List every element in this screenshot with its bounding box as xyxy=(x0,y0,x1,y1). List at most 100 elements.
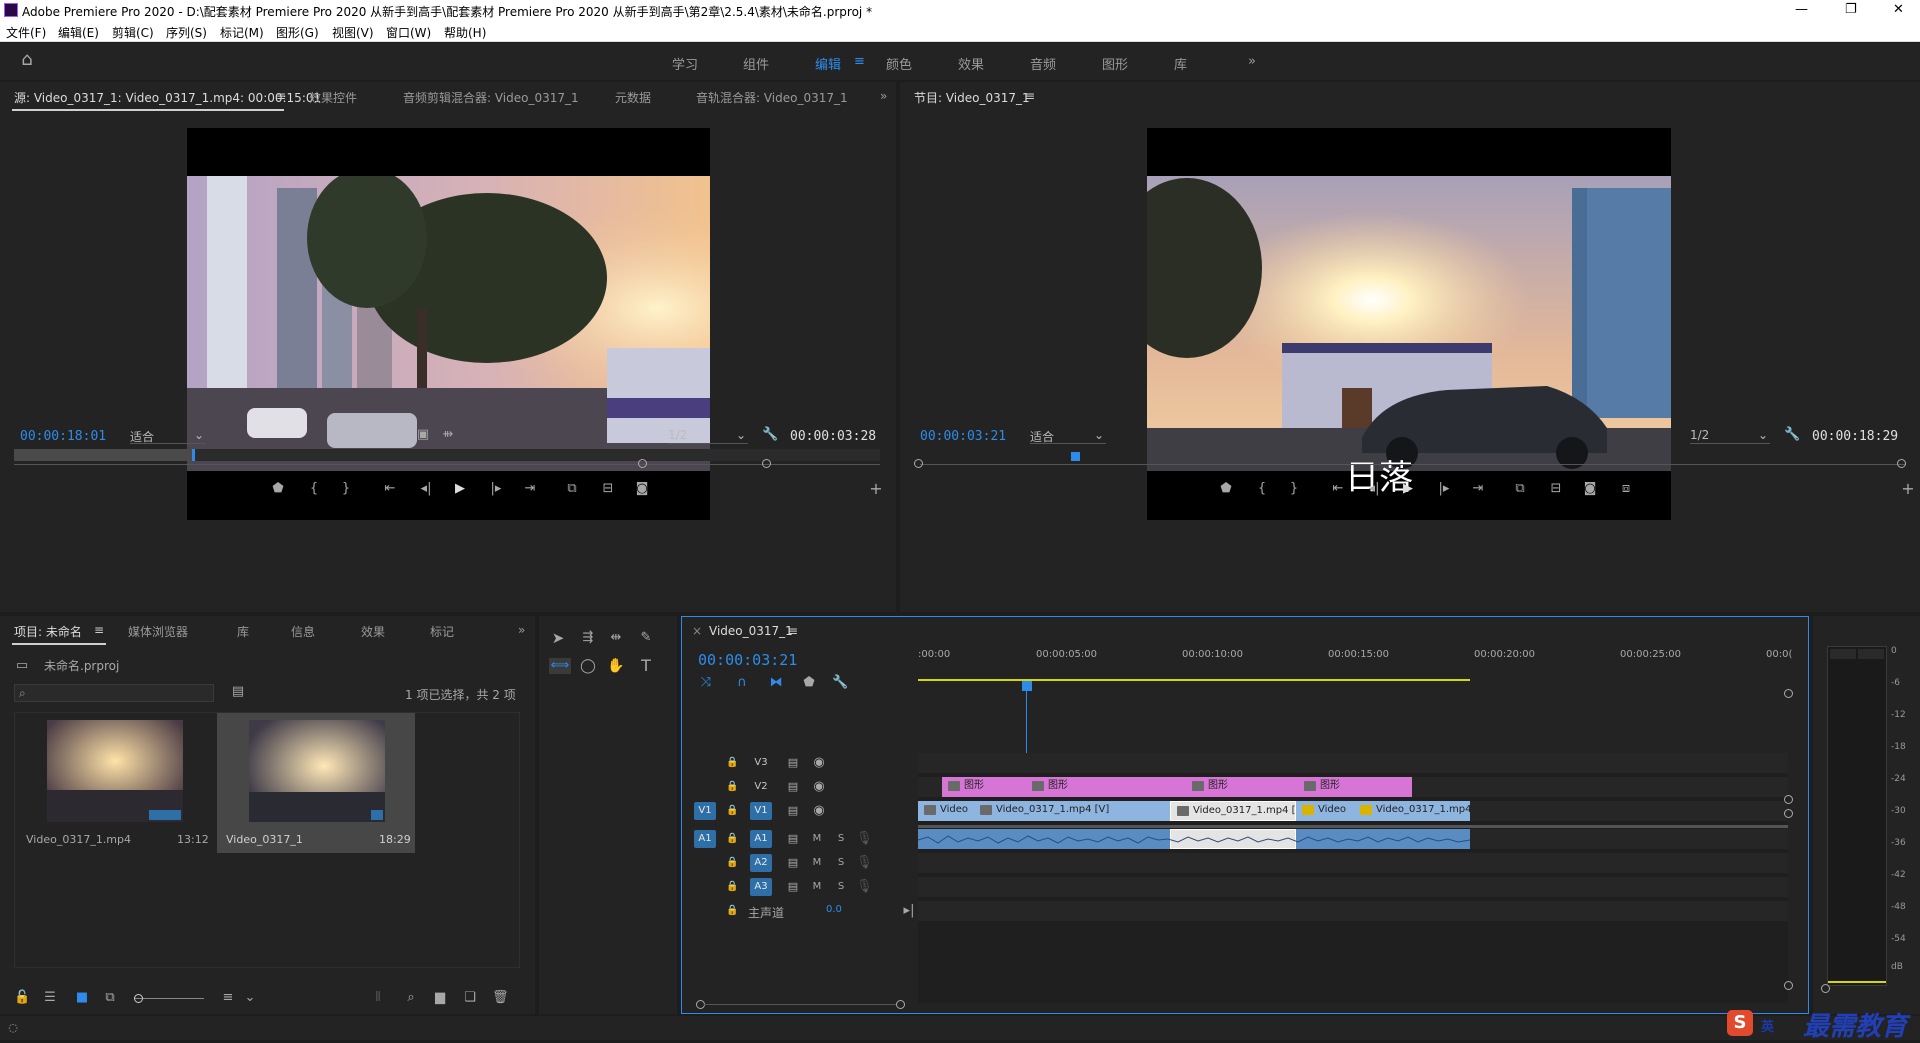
source-zoom-handle-left[interactable] xyxy=(638,459,647,468)
export-frame-icon[interactable]: ◙ xyxy=(1582,481,1598,497)
workspace-assembly[interactable]: 组件 xyxy=(743,54,769,73)
step-forward-icon[interactable]: |▸ xyxy=(1436,481,1452,497)
tab-program-menu-icon[interactable]: ≡ xyxy=(1025,89,1035,103)
button-editor-icon[interactable]: + xyxy=(1900,481,1916,497)
master-volume-value[interactable]: 0.0 xyxy=(826,904,842,915)
lock-icon[interactable]: 🔒 xyxy=(726,903,738,919)
timeline-settings-icon[interactable]: 🔧 xyxy=(832,675,848,691)
mic-icon[interactable]: 🎙 xyxy=(856,831,873,847)
add-marker-icon[interactable]: ⬟ xyxy=(802,675,816,691)
sync-lock-icon[interactable]: ▤ xyxy=(786,831,800,847)
lock-icon[interactable]: 🔒 xyxy=(726,755,738,771)
sync-lock-icon[interactable]: ▤ xyxy=(786,755,800,771)
track-name-v2[interactable]: V2 xyxy=(750,778,772,796)
workspace-libraries[interactable]: 库 xyxy=(1174,54,1187,73)
zoom-handle-right[interactable] xyxy=(896,1000,905,1009)
menu-sequence[interactable]: 序列(S) xyxy=(166,24,207,41)
go-to-end-icon[interactable]: ▸| xyxy=(902,903,916,919)
go-to-in-icon[interactable]: ⇤ xyxy=(1330,481,1346,497)
icon-view-icon[interactable]: ■ xyxy=(74,990,90,1006)
extract-icon[interactable]: ⊟ xyxy=(1546,481,1566,497)
program-current-timecode[interactable]: 00:00:03:21 xyxy=(920,429,1006,444)
lock-icon[interactable]: 🔒 xyxy=(726,831,738,847)
ripple-edit-tool-icon[interactable]: ⇹ xyxy=(607,630,625,646)
insert-icon[interactable]: ⧉ xyxy=(562,481,582,497)
meter-handle[interactable] xyxy=(1821,984,1830,993)
audio-scroll-handle[interactable] xyxy=(1784,981,1793,990)
tab-metadata[interactable]: 元数据 xyxy=(615,89,651,106)
trash-icon[interactable]: 🗑 xyxy=(492,990,509,1006)
mute-button[interactable]: M xyxy=(810,855,824,871)
source-zoom-bar[interactable] xyxy=(14,464,880,465)
audio-scroll-handle[interactable] xyxy=(1784,809,1793,818)
video-clip[interactable]: Video_0317_1.mp4 [ xyxy=(1354,801,1470,821)
workspace-menu-icon[interactable]: ≡ xyxy=(854,54,865,69)
track-name-v3[interactable]: V3 xyxy=(750,754,772,772)
timeline-zoom-bar[interactable] xyxy=(704,1004,896,1005)
program-fit-dropdown[interactable]: 适合 ⌄ xyxy=(1030,428,1106,444)
comparison-view-icon[interactable]: ⧈ xyxy=(1616,481,1636,497)
add-marker-icon[interactable]: ⬟ xyxy=(1218,481,1234,497)
find-icon[interactable]: ⌕ xyxy=(404,990,418,1006)
source-video-frame[interactable] xyxy=(187,128,710,520)
home-icon[interactable]: ⌂ xyxy=(16,51,38,72)
lane-master[interactable] xyxy=(918,901,1788,921)
program-resolution-dropdown[interactable]: 1/2 ⌄ xyxy=(1690,428,1770,444)
menu-help[interactable]: 帮助(H) xyxy=(444,24,486,41)
tab-effects[interactable]: 效果 xyxy=(361,623,385,640)
track-name-a3[interactable]: A3 xyxy=(750,878,772,896)
tab-info[interactable]: 信息 xyxy=(291,623,315,640)
export-frame-icon[interactable]: ◙ xyxy=(634,481,650,497)
graphic-clip[interactable]: 图形 xyxy=(942,777,1026,797)
button-editor-icon[interactable]: + xyxy=(868,481,884,497)
program-zoom-handle-left[interactable] xyxy=(914,459,923,468)
wrench-icon[interactable]: 🔧 xyxy=(762,427,778,443)
source-playhead[interactable] xyxy=(191,449,195,461)
workspace-audio[interactable]: 音频 xyxy=(1030,54,1056,73)
lift-icon[interactable]: ⧉ xyxy=(1510,481,1530,497)
workspace-effects[interactable]: 效果 xyxy=(958,54,984,73)
track-name-a1[interactable]: A1 xyxy=(750,830,772,848)
workspace-graphics[interactable]: 图形 xyxy=(1102,54,1128,73)
tab-libraries[interactable]: 库 xyxy=(237,623,249,640)
video-audio-divider[interactable] xyxy=(918,825,1788,828)
tab-source-menu-icon[interactable]: ≡ xyxy=(276,89,286,103)
video-scroll-handle[interactable] xyxy=(1784,795,1793,804)
thumbnail-size-slider[interactable] xyxy=(134,998,204,999)
menu-clip[interactable]: 剪辑(C) xyxy=(112,24,154,41)
razor-tool-icon[interactable]: ✎ xyxy=(637,630,655,646)
go-to-in-icon[interactable]: ⇤ xyxy=(382,481,398,497)
source-resolution-dropdown[interactable]: 1/2 ⌄ xyxy=(668,428,748,444)
close-icon[interactable]: ✕ xyxy=(1893,2,1904,17)
safe-margins-icon[interactable]: ▣ xyxy=(416,427,430,443)
tab-project[interactable]: 项目: 未命名 xyxy=(14,623,82,640)
menu-file[interactable]: 文件(F) xyxy=(6,24,46,41)
lock-icon[interactable]: 🔒 xyxy=(726,855,738,871)
go-to-out-icon[interactable]: ⇥ xyxy=(1470,481,1486,497)
lock-icon[interactable]: 🔒 xyxy=(726,779,738,795)
mic-icon[interactable]: 🎙 xyxy=(856,855,873,871)
menu-edit[interactable]: 编辑(E) xyxy=(58,24,99,41)
hand-tool-icon[interactable]: ✋ xyxy=(607,658,625,674)
overwrite-icon[interactable]: ⊟ xyxy=(598,481,618,497)
source-fit-dropdown[interactable]: 适合 ⌄ xyxy=(130,428,206,444)
mute-button[interactable]: M xyxy=(810,879,824,895)
sync-lock-icon[interactable]: ▤ xyxy=(786,803,800,819)
close-tab-icon[interactable]: × xyxy=(692,624,702,638)
freeform-view-icon[interactable]: ⧉ xyxy=(100,990,120,1006)
track-name-a2[interactable]: A2 xyxy=(750,854,772,872)
mark-out-icon[interactable]: } xyxy=(1286,481,1302,497)
mark-in-icon[interactable]: { xyxy=(306,481,322,497)
graphic-clip[interactable]: 图形 xyxy=(1298,777,1412,797)
play-icon[interactable]: ▶ xyxy=(1400,481,1416,497)
track-select-tool-icon[interactable]: ⇶ xyxy=(579,630,597,646)
tab-program[interactable]: 节目: Video_0317_1 xyxy=(914,89,1030,106)
drag-video-icon[interactable]: ⇻ xyxy=(440,427,456,443)
panel-overflow-icon[interactable]: » xyxy=(880,89,887,103)
type-tool-icon[interactable]: T xyxy=(637,658,655,674)
sort-icon[interactable]: ≡ xyxy=(220,990,236,1006)
video-clip[interactable]: Video_0317_1.mp4 [V] xyxy=(974,801,1170,821)
lock-icon[interactable]: 🔓 xyxy=(14,990,30,1006)
mute-button[interactable]: M xyxy=(810,831,824,847)
lane-a3[interactable] xyxy=(918,877,1788,897)
